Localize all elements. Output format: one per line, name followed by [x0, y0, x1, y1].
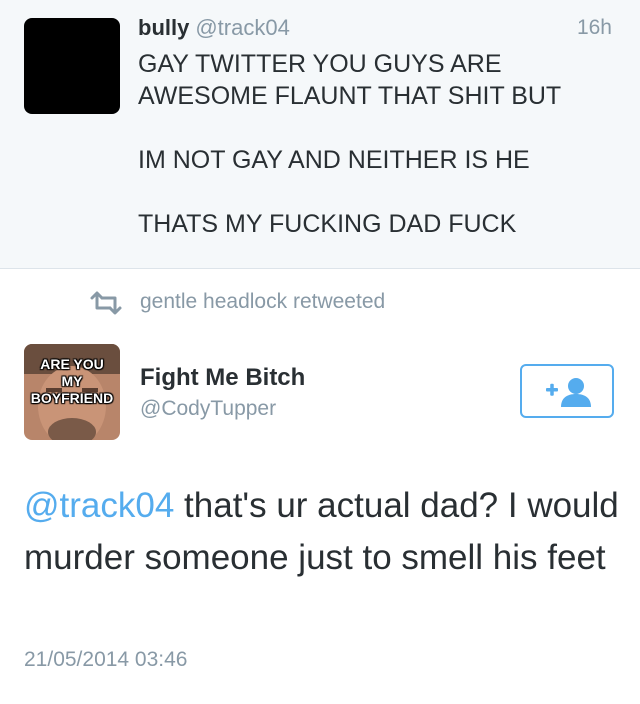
tweet-header: bully @track04 [138, 15, 290, 41]
conversation-tweet[interactable]: bully @track04 16h GAY TWITTER YOU GUYS A… [0, 0, 640, 269]
author-name[interactable]: Fight Me Bitch [140, 364, 305, 392]
mention-link[interactable]: @track04 [24, 486, 174, 525]
follow-button[interactable] [520, 364, 614, 418]
avatar[interactable] [24, 18, 120, 114]
tweet-timestamp: 21/05/2014 03:46 [24, 648, 188, 671]
avatar-caption: ARE YOU MY BOYFRIEND [30, 356, 114, 406]
add-user-icon [546, 378, 591, 407]
tweet-text: @track04 that's ur actual dad? I would m… [24, 480, 620, 584]
avatar[interactable]: ARE YOU MY BOYFRIEND [24, 344, 120, 440]
retweet-context: gentle headlock retweeted [0, 286, 640, 322]
tweet-text: GAY TWITTER YOU GUYS ARE AWESOME FLAUNT … [138, 50, 562, 238]
author-name[interactable]: bully [138, 15, 189, 40]
retweet-icon [88, 290, 124, 321]
author-handle[interactable]: @track04 [195, 15, 289, 40]
tweet-time: 16h [576, 16, 612, 39]
retweeted-by-label[interactable]: gentle headlock retweeted [140, 290, 385, 314]
author-handle[interactable]: @CodyTupper [140, 397, 276, 421]
